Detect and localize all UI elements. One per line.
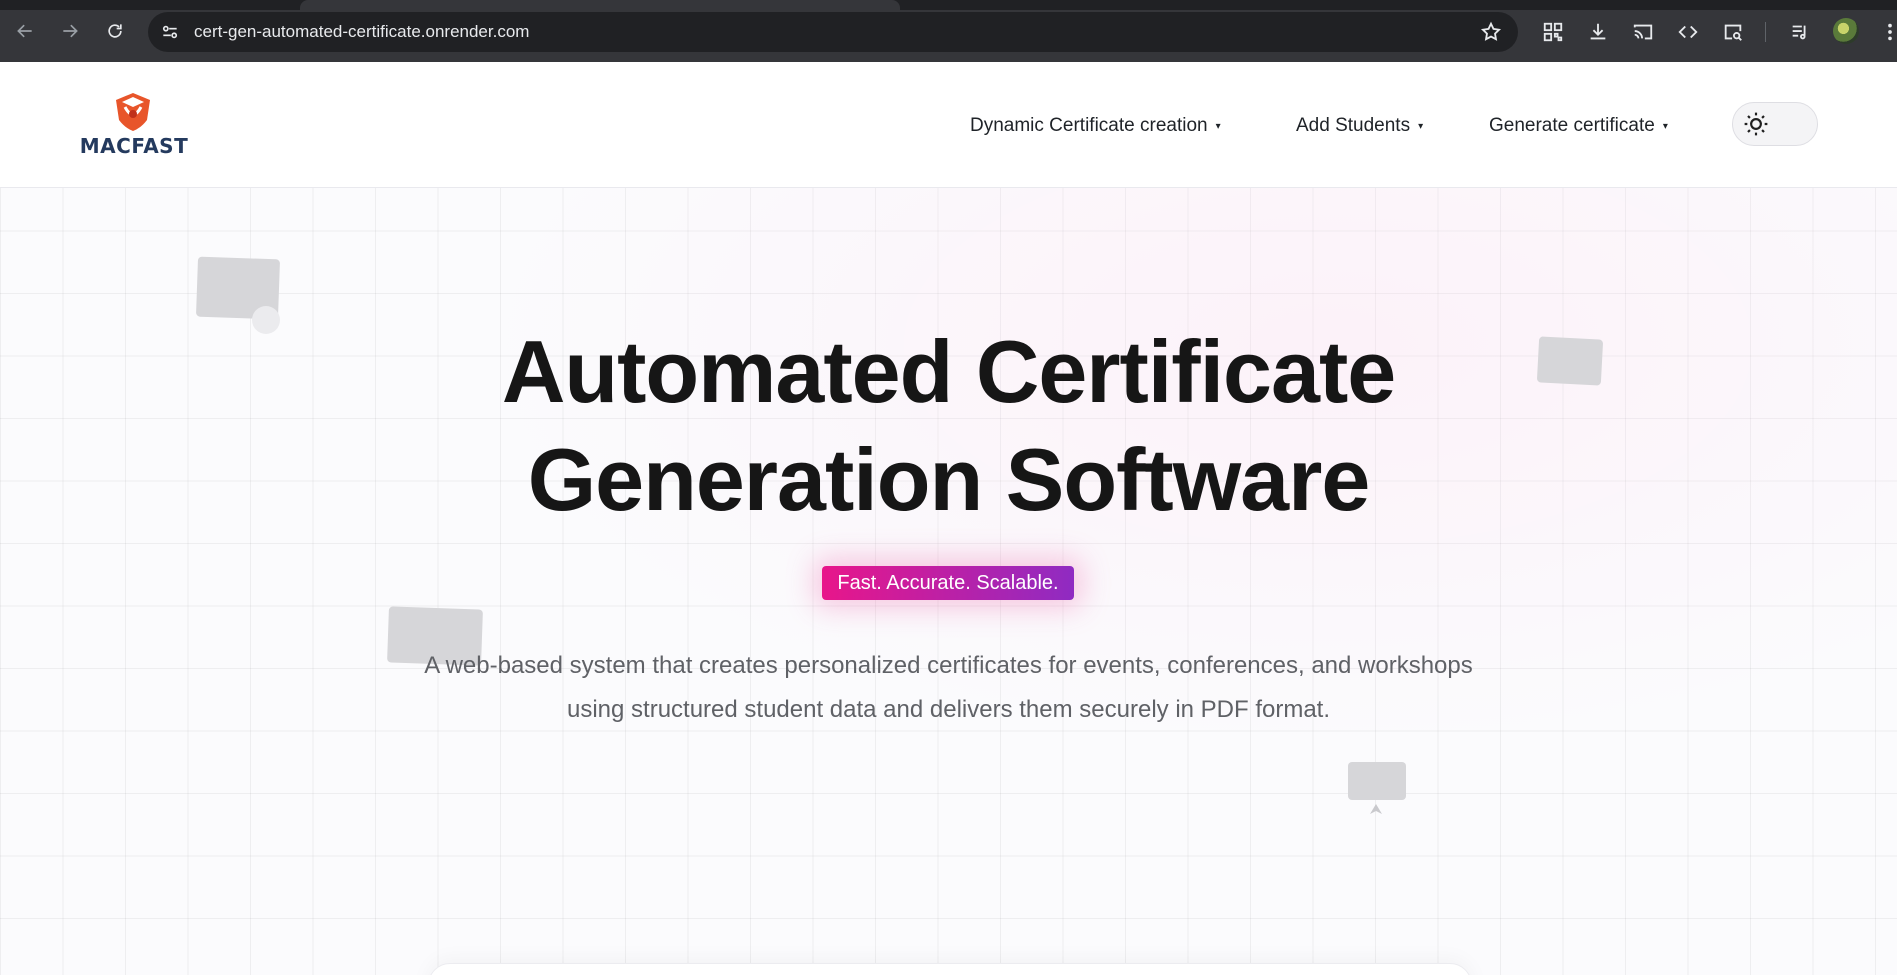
site-info-icon[interactable] (160, 22, 180, 42)
caret-down-icon: ▾ (1418, 121, 1424, 132)
download-icon[interactable] (1586, 20, 1610, 44)
menu-kebab-icon[interactable] (1878, 20, 1897, 44)
site-logo[interactable]: MACFAST (78, 92, 190, 158)
nav-label: Add Students (1296, 115, 1411, 136)
hero-title-line1: Automated Certificate (501, 322, 1396, 421)
forward-icon[interactable] (57, 18, 83, 44)
nav-dynamic-certificate-creation[interactable]: Dynamic Certificate creation ▾ (970, 114, 1221, 138)
search-page-icon[interactable] (1721, 20, 1745, 44)
nav-generate-certificate[interactable]: Generate certificate ▾ (1489, 114, 1668, 138)
brand-name: MACFAST (79, 134, 189, 158)
browser-toolbar: cert-gen-automated-certificate.onrender.… (0, 0, 1897, 63)
active-tab[interactable] (300, 0, 900, 10)
sun-icon (1744, 112, 1768, 136)
tagline-badge: Fast. Accurate. Scalable. (822, 566, 1074, 600)
back-icon[interactable] (12, 18, 38, 44)
hero-section: Automated Certificate Generation Softwar… (0, 188, 1897, 975)
profile-avatar[interactable] (1833, 18, 1859, 44)
devtools-code-icon[interactable] (1676, 20, 1700, 44)
reading-list-icon[interactable] (1788, 20, 1812, 44)
web-page: MACFAST Dynamic Certificate creation ▾ Ad… (0, 62, 1897, 975)
toolbar-divider (1765, 22, 1766, 42)
address-bar[interactable]: cert-gen-automated-certificate.onrender.… (148, 12, 1518, 52)
site-navbar: MACFAST Dynamic Certificate creation ▾ Ad… (0, 62, 1897, 188)
hero-description: A web-based system that creates personal… (424, 652, 1473, 723)
caret-down-icon: ▾ (1215, 121, 1221, 132)
theme-toggle[interactable] (1732, 102, 1818, 146)
decorative-card (1348, 762, 1406, 800)
hero-title: Automated Certificate Generation Softwar… (0, 318, 1897, 534)
nav-label: Generate certificate (1489, 115, 1655, 136)
caret-down-icon: ▾ (1662, 121, 1668, 132)
url-text[interactable]: cert-gen-automated-certificate.onrender.… (194, 22, 529, 42)
bookmark-star-icon[interactable] (1480, 21, 1502, 43)
tab-strip (0, 0, 1897, 10)
content-card (428, 963, 1472, 975)
nav-label: Dynamic Certificate creation (970, 115, 1208, 136)
logo-shield-icon (116, 93, 150, 131)
hero-title-line2: Generation Software (527, 430, 1371, 529)
cast-icon[interactable] (1631, 20, 1655, 44)
reload-icon[interactable] (102, 18, 128, 44)
nav-add-students[interactable]: Add Students ▾ (1296, 114, 1423, 138)
cursor-arrow-icon (1370, 804, 1382, 814)
qr-code-icon[interactable] (1541, 20, 1565, 44)
